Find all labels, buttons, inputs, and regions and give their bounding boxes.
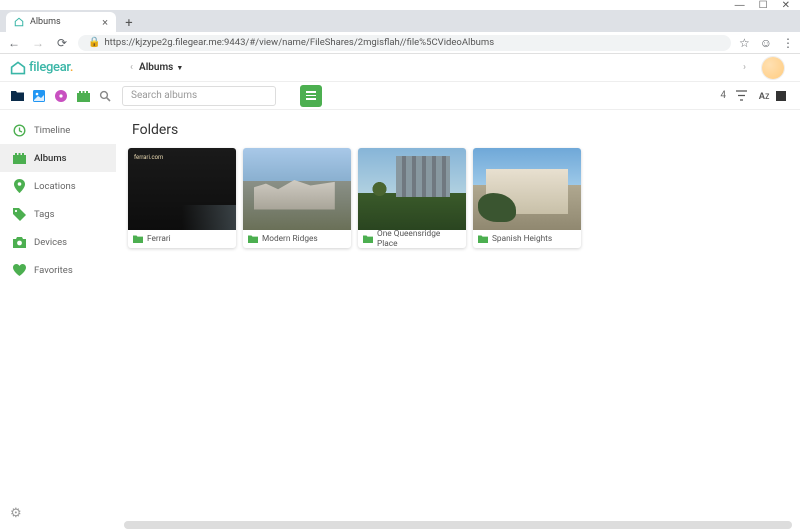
albums-view-icon[interactable] — [74, 87, 92, 105]
app-toolbar: Search albums 4 AZ — [0, 82, 800, 110]
nav-reload-icon[interactable]: ⟳ — [54, 36, 70, 50]
folder-card[interactable]: One Queensridge Place — [358, 148, 466, 248]
logo-text: filegear. — [29, 60, 73, 75]
location-pin-icon — [12, 179, 26, 193]
folder-icon — [478, 235, 488, 243]
breadcrumb-back-icon[interactable]: ‹ — [124, 62, 139, 73]
window-minimize[interactable]: — — [735, 0, 745, 11]
sidebar-item-devices[interactable]: Devices — [0, 228, 116, 256]
sidebar-item-locations[interactable]: Locations — [0, 172, 116, 200]
clock-icon — [12, 123, 26, 137]
bookmark-star-icon[interactable]: ☆ — [739, 36, 750, 50]
new-tab-button[interactable]: + — [120, 14, 138, 32]
menu-button[interactable] — [300, 85, 322, 107]
browser-menu-icon[interactable]: ⋮ — [782, 36, 794, 50]
folder-card[interactable]: Spanish Heights — [473, 148, 581, 248]
hamburger-icon — [306, 91, 316, 100]
sort-icon[interactable]: AZ — [756, 91, 772, 101]
breadcrumb-current[interactable]: Albums ▼ — [139, 62, 183, 73]
sidebar-item-label: Devices — [34, 237, 67, 248]
folder-name: Ferrari — [147, 234, 171, 244]
app-header: filegear. ‹ Albums ▼ › — [0, 54, 800, 82]
sidebar-item-label: Locations — [34, 181, 76, 192]
browser-tab-active[interactable]: Albums × — [6, 12, 116, 32]
folder-thumbnail — [358, 148, 466, 230]
url-text: https://kjzype2g.filegear.me:9443/#/view… — [104, 37, 494, 48]
folder-icon — [248, 235, 258, 243]
sidebar-item-albums[interactable]: Albums — [0, 144, 116, 172]
chevron-down-icon: ▼ — [176, 64, 183, 72]
folder-card[interactable]: Modern Ridges — [243, 148, 351, 248]
lock-icon: 🔒 — [88, 37, 100, 48]
filter-icon[interactable] — [736, 90, 752, 101]
browser-address-bar: ← → ⟳ 🔒 https://kjzype2g.filegear.me:944… — [0, 32, 800, 54]
window-maximize[interactable]: ☐ — [759, 0, 768, 11]
sidebar-item-tags[interactable]: Tags — [0, 200, 116, 228]
nav-back-icon[interactable]: ← — [6, 36, 22, 50]
sidebar: Timeline Albums Locations Tags Devices F… — [0, 110, 116, 531]
sidebar-item-label: Favorites — [34, 265, 73, 276]
folder-card[interactable]: Ferrari — [128, 148, 236, 248]
search-input[interactable]: Search albums — [122, 86, 276, 106]
folder-name: Modern Ridges — [262, 234, 318, 244]
folder-thumbnail — [243, 148, 351, 230]
logo-icon — [10, 61, 26, 75]
folder-icon — [363, 235, 373, 243]
tab-title: Albums — [30, 17, 61, 27]
sidebar-footer: ⚙ — [0, 492, 116, 531]
castle-icon — [12, 151, 26, 165]
browser-tabstrip: Albums × + — [0, 10, 800, 32]
sidebar-item-label: Tags — [34, 209, 55, 220]
folder-thumbnail — [473, 148, 581, 230]
gear-icon[interactable]: ⚙ — [10, 506, 22, 521]
tab-favicon-icon — [14, 17, 24, 27]
sidebar-item-timeline[interactable]: Timeline — [0, 116, 116, 144]
window-controls: — ☐ ✕ — [0, 0, 800, 10]
music-view-icon[interactable] — [52, 87, 70, 105]
section-title: Folders — [132, 122, 792, 138]
sidebar-item-label: Timeline — [34, 125, 70, 136]
files-view-icon[interactable] — [8, 87, 26, 105]
tab-close-icon[interactable]: × — [102, 16, 108, 29]
sidebar-item-favorites[interactable]: Favorites — [0, 256, 116, 284]
grid-view-icon[interactable] — [776, 91, 792, 101]
folder-thumbnail — [128, 148, 236, 230]
tag-icon — [12, 207, 26, 221]
photos-view-icon[interactable] — [30, 87, 48, 105]
sidebar-item-label: Albums — [34, 153, 67, 164]
horizontal-scrollbar[interactable] — [124, 521, 792, 529]
heart-icon — [12, 263, 26, 277]
logo[interactable]: filegear. — [0, 60, 124, 75]
folder-name: Spanish Heights — [492, 234, 552, 244]
breadcrumb-forward-icon[interactable]: › — [737, 62, 752, 73]
breadcrumb: ‹ Albums ▼ › — [124, 54, 762, 81]
camera-icon — [12, 235, 26, 249]
folders-grid: Ferrari Modern Ridges One Queensridge Pl… — [124, 148, 792, 248]
profile-icon[interactable]: ☺ — [760, 36, 772, 50]
folder-name: One Queensridge Place — [377, 229, 461, 248]
folder-icon — [133, 235, 143, 243]
avatar[interactable] — [762, 57, 784, 79]
search-icon[interactable] — [96, 87, 114, 105]
item-count: 4 — [720, 90, 726, 101]
nav-forward-icon[interactable]: → — [30, 36, 46, 50]
window-close[interactable]: ✕ — [782, 0, 790, 11]
app-body: Timeline Albums Locations Tags Devices F… — [0, 110, 800, 531]
url-input[interactable]: 🔒 https://kjzype2g.filegear.me:9443/#/vi… — [78, 35, 731, 51]
main-content: Folders Ferrari Modern Ridges One Queens… — [116, 110, 800, 531]
